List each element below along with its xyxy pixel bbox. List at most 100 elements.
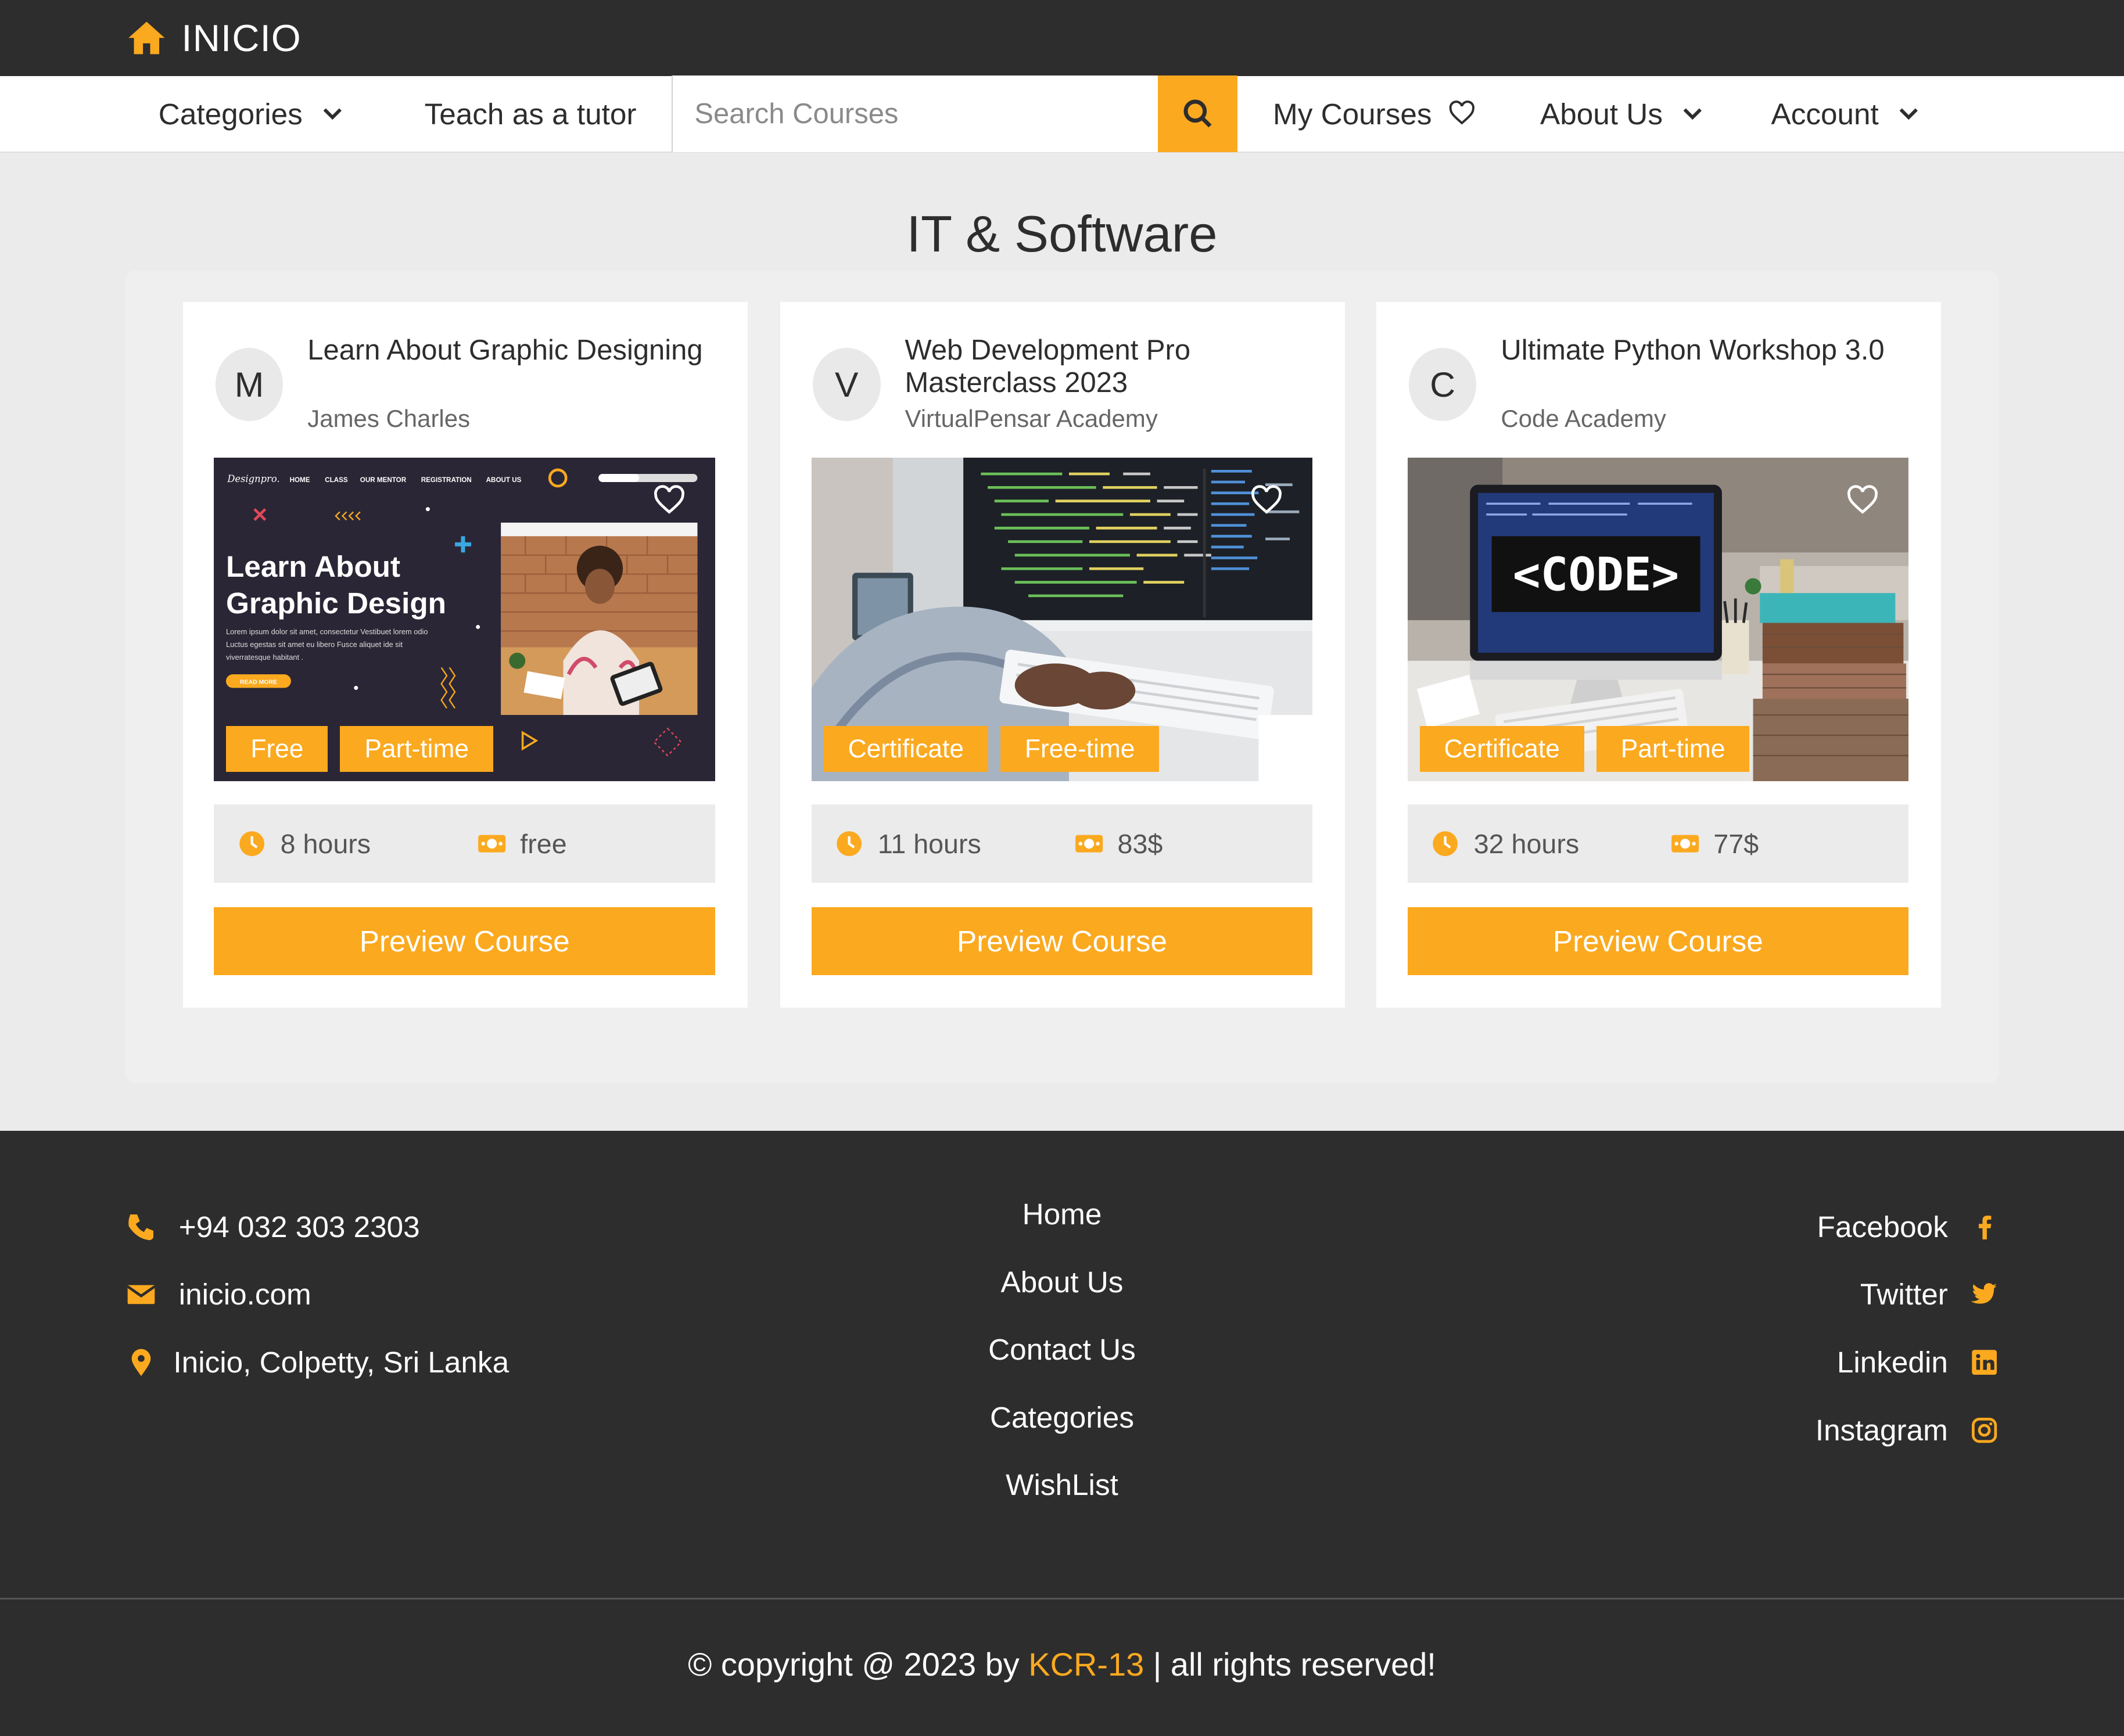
footer-phone[interactable]: +94 032 303 2303 <box>125 1193 510 1261</box>
footer: +94 032 303 2303 inicio.com Inicio, Colp… <box>0 1130 2124 1736</box>
nav-my-courses[interactable]: My Courses <box>1273 97 1475 131</box>
course-hours: 32 hours <box>1473 828 1580 859</box>
course-tag: Part-time <box>340 725 494 772</box>
main-nav: Categories Teach as a tutor My Courses A… <box>0 75 2124 153</box>
chevron-down-icon <box>1683 108 1702 120</box>
nav-about[interactable]: About Us <box>1540 97 1706 131</box>
nav-account[interactable]: Account <box>1771 97 1922 131</box>
social-twitter[interactable]: Twitter <box>1816 1261 2000 1329</box>
nav-teach[interactable]: Teach as a tutor <box>425 97 637 131</box>
banner-headline: Learn About <box>226 550 400 583</box>
copyright-brand-link[interactable]: KCR-13 <box>1028 1646 1144 1683</box>
copyright: © copyright @ 2023 by KCR-13 | all right… <box>0 1645 2124 1683</box>
course-duration: 8 hours <box>237 828 477 860</box>
course-hours: 11 hours <box>877 828 981 859</box>
nav-my-courses-label: My Courses <box>1272 97 1432 131</box>
social-facebook[interactable]: Facebook <box>1816 1193 2000 1261</box>
card-header: V Web Development Pro Masterclass 2023 V… <box>812 335 1314 433</box>
footer-contact: +94 032 303 2303 inicio.com Inicio, Colp… <box>125 1193 510 1396</box>
chevron-down-icon <box>1899 108 1918 120</box>
heart-icon <box>1449 100 1474 125</box>
course-duration: 11 hours <box>834 828 1074 860</box>
footer-link-categories[interactable]: Categories <box>859 1396 1265 1464</box>
course-author: James Charles <box>307 405 471 433</box>
home-icon <box>128 21 164 55</box>
footer-link-home[interactable]: Home <box>859 1193 1265 1261</box>
course-price: free <box>477 828 567 860</box>
wishlist-heart-icon[interactable] <box>1846 484 1879 517</box>
social-linkedin-label: Linkedin <box>1836 1346 1948 1379</box>
search-icon <box>1183 99 1212 128</box>
course-price: 77$ <box>1670 828 1759 860</box>
footer-link-about[interactable]: About Us <box>859 1261 1265 1329</box>
preview-course-button[interactable]: Preview Course <box>1407 907 1909 975</box>
address-text: Inicio, Colpetty, Sri Lanka <box>173 1346 510 1379</box>
course-image[interactable]: Certificate Free-time <box>811 458 1313 782</box>
card-header: M Learn About Graphic Designing James Ch… <box>215 335 717 433</box>
linkedin-icon <box>1972 1350 1997 1375</box>
banner-headline: Graphic Design <box>226 587 446 620</box>
brand-name: INICIO <box>181 16 302 59</box>
nav-teach-label: Teach as a tutor <box>424 97 637 131</box>
footer-link-contact[interactable]: Contact Us <box>859 1328 1265 1396</box>
course-tag: Free-time <box>1000 725 1160 772</box>
banner-button: READ MORE <box>240 679 277 685</box>
clock-icon <box>239 831 265 856</box>
footer-address: Inicio, Colpetty, Sri Lanka <box>125 1328 510 1396</box>
wishlist-heart-icon[interactable] <box>1250 484 1283 517</box>
nav-categories-label: Categories <box>158 97 303 131</box>
course-price: 83$ <box>1074 828 1163 860</box>
wishlist-heart-icon[interactable] <box>653 484 686 517</box>
clock-icon <box>1433 831 1458 856</box>
course-tags: Free Part-time <box>226 725 494 772</box>
avatar: C <box>1408 348 1477 422</box>
footer-email[interactable]: inicio.com <box>125 1261 510 1329</box>
course-author: VirtualPensar Academy <box>905 405 1158 433</box>
course-card: C Ultimate Python Workshop 3.0 Code Acad… <box>1376 301 1942 1008</box>
course-title[interactable]: Learn About Graphic Designing <box>307 335 716 367</box>
search-bar <box>672 75 1238 153</box>
chevron-down-icon <box>323 108 342 120</box>
banner-menu-item: ABOUT US <box>486 476 522 484</box>
phone-number: +94 032 303 2303 <box>178 1210 420 1243</box>
phone-icon <box>128 1214 153 1241</box>
footer-links: Home About Us Contact Us Categories Wish… <box>859 1193 1265 1532</box>
banner-menu-item: HOME <box>290 476 310 484</box>
social-instagram[interactable]: Instagram <box>1816 1396 2000 1464</box>
brand-logo[interactable]: INICIO <box>125 16 302 60</box>
course-tag: Part-time <box>1596 725 1750 772</box>
course-meta: 8 hours free <box>214 804 716 883</box>
money-icon <box>478 835 505 853</box>
card-header: C Ultimate Python Workshop 3.0 Code Acad… <box>1408 335 1910 433</box>
copyright-suffix: | all rights reserved! <box>1144 1645 1436 1683</box>
banner-menu-item: OUR MENTOR <box>360 476 407 484</box>
social-instagram-label: Instagram <box>1815 1413 1948 1447</box>
preview-course-button[interactable]: Preview Course <box>214 907 716 975</box>
nav-about-label: About Us <box>1540 97 1663 131</box>
preview-course-button[interactable]: Preview Course <box>811 907 1313 975</box>
social-facebook-label: Facebook <box>1817 1210 1948 1243</box>
social-linkedin[interactable]: Linkedin <box>1816 1328 2000 1396</box>
facebook-icon <box>1979 1215 1992 1239</box>
copyright-prefix: © copyright @ 2023 by <box>688 1645 1029 1683</box>
course-title[interactable]: Ultimate Python Workshop 3.0 <box>1501 335 1910 367</box>
twitter-icon <box>1971 1283 1997 1304</box>
footer-link-wishlist[interactable]: WishList <box>859 1464 1265 1532</box>
course-duration: 32 hours <box>1430 828 1670 860</box>
nav-account-label: Account <box>1771 97 1879 131</box>
top-bar: INICIO <box>0 0 2124 76</box>
course-image[interactable]: Designpro. HOME CLASS OUR MENTOR REGISTR… <box>214 458 716 782</box>
footer-divider <box>0 1598 2124 1600</box>
search-input[interactable] <box>673 75 1158 153</box>
search-button[interactable] <box>1157 75 1238 153</box>
course-tag: Certificate <box>823 725 988 772</box>
envelope-icon <box>126 1285 156 1304</box>
course-title[interactable]: Web Development Pro Masterclass 2023 <box>905 335 1314 400</box>
course-image[interactable]: <CODE> Certificate Part-time <box>1407 458 1909 782</box>
course-hours: 8 hours <box>280 828 371 859</box>
course-author: Code Academy <box>1501 405 1666 433</box>
banner-menu-item: REGISTRATION <box>421 476 472 484</box>
location-pin-icon <box>131 1349 150 1376</box>
banner-brand: Designpro. <box>227 473 280 484</box>
nav-categories[interactable]: Categories <box>159 97 346 131</box>
